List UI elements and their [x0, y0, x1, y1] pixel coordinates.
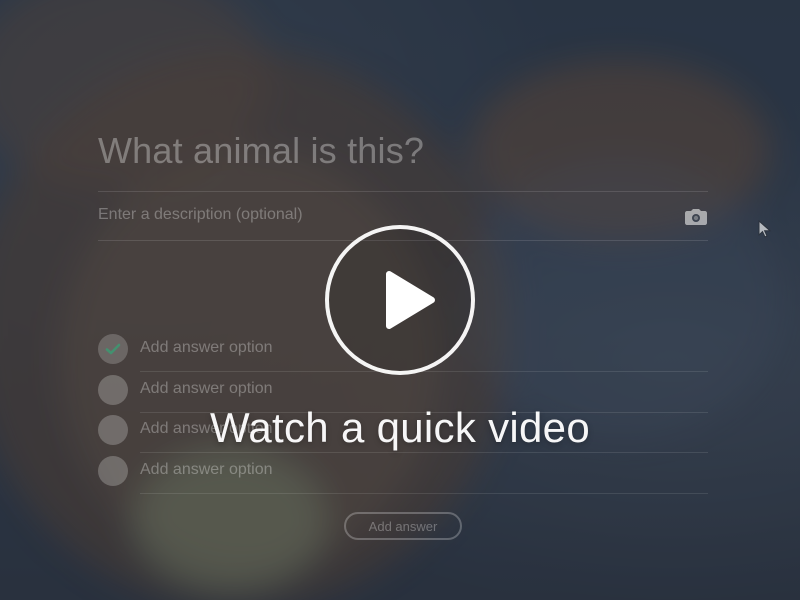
answer-option-label[interactable]: Add answer option	[140, 339, 273, 357]
check-icon	[105, 343, 121, 355]
add-answer-button[interactable]: Add answer	[344, 512, 462, 540]
watch-video-text: Watch a quick video	[210, 404, 590, 451]
answer-underline	[140, 493, 708, 494]
answer-check-circle[interactable]	[98, 375, 128, 405]
answer-check-circle[interactable]	[98, 456, 128, 486]
answer-option-label[interactable]: Add answer option	[140, 461, 273, 479]
mouse-pointer-icon	[758, 219, 772, 238]
answer-option-4[interactable]: Add answer option	[98, 452, 708, 494]
answer-option-label[interactable]: Add answer option	[140, 380, 273, 398]
description-placeholder[interactable]: Enter a description (optional)	[98, 206, 303, 224]
camera-icon[interactable]	[684, 208, 708, 226]
question-title[interactable]: What animal is this?	[98, 130, 424, 172]
title-divider	[98, 191, 708, 192]
play-icon	[386, 271, 435, 329]
answer-check-circle[interactable]	[98, 334, 128, 364]
play-button[interactable]	[325, 225, 475, 375]
